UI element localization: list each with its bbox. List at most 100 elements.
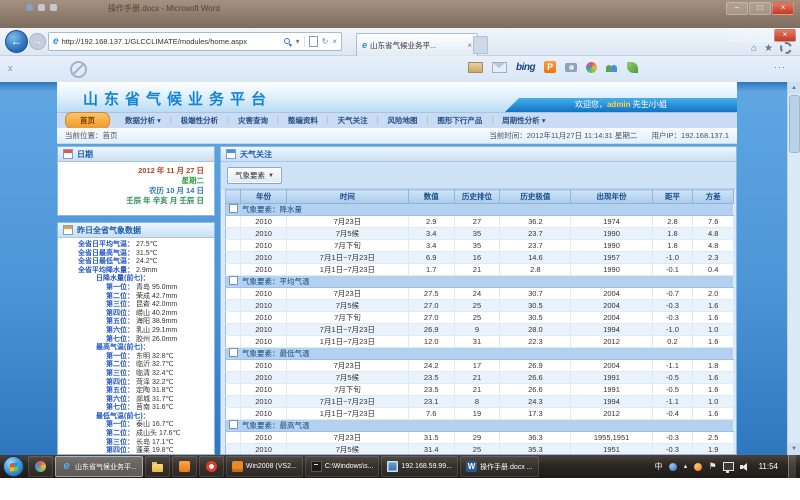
nav-item-4[interactable]: 整编资料	[279, 115, 327, 126]
block-popup-icon[interactable]	[70, 61, 87, 78]
table-group-row[interactable]: 气象要素：最高气温	[226, 420, 734, 432]
scrollbar-thumb[interactable]	[789, 95, 800, 153]
group-checkbox[interactable]	[229, 276, 238, 285]
tray-security-icon[interactable]	[694, 463, 702, 471]
group-checkbox[interactable]	[229, 348, 238, 357]
nav-item-6[interactable]: 风险地图	[379, 115, 427, 126]
column-header[interactable]: 时间	[286, 190, 408, 204]
ie-close-button[interactable]: ×	[774, 29, 796, 42]
nav-item-2[interactable]: 极端性分析	[172, 115, 228, 126]
address-bar[interactable]: e http://192.168.137.1/GLCCLIMATE/module…	[48, 32, 342, 51]
gear-icon[interactable]	[780, 42, 792, 54]
table-row[interactable]: 20107月23日27.52430.72004-0.72.0	[226, 288, 734, 300]
column-header[interactable]: 年份	[241, 190, 287, 204]
nav-item-1[interactable]: 数据分析 ▾	[116, 115, 170, 126]
new-tab-button[interactable]	[473, 36, 488, 54]
table-row[interactable]: 20107月23日2.92736.219742.87.6	[226, 216, 734, 228]
ie-maximize-button[interactable]: □	[751, 29, 773, 42]
table-row[interactable]: 20107月下旬3.43523.719901.84.8	[226, 240, 734, 252]
stop-button[interactable]: ×	[332, 37, 337, 46]
compatibility-view-icon[interactable]	[309, 36, 318, 47]
table-row[interactable]: 20107月1日~7月23日6.91614.61957-1.02.3	[226, 252, 734, 264]
favorites-star-icon[interactable]: ★	[764, 43, 773, 54]
taskbar-button-red-app[interactable]	[199, 456, 224, 477]
column-header[interactable]: 距平	[652, 190, 693, 204]
network-icon[interactable]	[723, 462, 734, 471]
page-scrollbar[interactable]: ▲ ▼	[787, 82, 800, 455]
start-button[interactable]	[3, 456, 24, 477]
column-header[interactable]: 出现年份	[571, 190, 652, 204]
table-row[interactable]: 20107月1日~7月23日23.1824.31994-1.11.0	[226, 396, 734, 408]
palette-icon[interactable]	[586, 62, 597, 73]
group-checkbox[interactable]	[229, 420, 238, 429]
undo-icon[interactable]	[38, 4, 45, 11]
word-maximize-button[interactable]: □	[749, 2, 771, 15]
table-row[interactable]: 20107月5候27.02530.52004-0.31.6	[226, 300, 734, 312]
table-row[interactable]: 20107月下旬23.52126.61991-0.51.6	[226, 384, 734, 396]
word-minimize-button[interactable]: –	[726, 2, 748, 15]
taskbar-button-pinned-app[interactable]	[28, 456, 53, 477]
nav-item-5[interactable]: 天气关注	[329, 115, 377, 126]
taskbar-button-cmd[interactable]: C:\Windows\s...	[305, 456, 380, 477]
tray-app-icon[interactable]	[669, 463, 677, 471]
column-header[interactable]: 历史极值	[500, 190, 571, 204]
browser-tab[interactable]: e 山东省气候业务平... ×	[356, 33, 478, 56]
camera-icon[interactable]	[565, 63, 577, 72]
search-icon[interactable]	[284, 38, 292, 46]
table-row[interactable]: 20107月5候23.52126.61991-0.51.6	[226, 372, 734, 384]
element-selector-button[interactable]: 气象要素 ▼	[227, 167, 282, 184]
table-row[interactable]: 20107月下旬27.02530.52004-0.31.6	[226, 312, 734, 324]
table-row[interactable]: 20107月5候3.43523.719901.84.8	[226, 228, 734, 240]
input-method-indicator[interactable]: 中	[655, 461, 663, 472]
word-close-button[interactable]: ×	[772, 2, 794, 15]
nav-item-7[interactable]: 图形下行产品	[428, 115, 491, 126]
taskbar-button-folder[interactable]	[145, 456, 170, 477]
scroll-up-button[interactable]: ▲	[788, 82, 800, 94]
table-group-row[interactable]: 气象要素：最低气温	[226, 348, 734, 360]
table-row[interactable]: 20107月23日31.52936.31955,1951-0.32.5	[226, 432, 734, 444]
speaker-icon[interactable]	[740, 462, 749, 471]
hidden-icons-arrow[interactable]: ▲	[683, 464, 689, 470]
column-header[interactable]: 数值	[408, 190, 454, 204]
ie-minimize-button[interactable]: –	[728, 29, 750, 42]
save-icon[interactable]	[26, 4, 33, 11]
home-icon[interactable]: ⌂	[751, 43, 757, 54]
nav-item-0[interactable]: 首页	[65, 112, 110, 129]
addon-close-icon[interactable]: x	[8, 63, 13, 73]
taskbar-button-vmware[interactable]: Win2008 (VS2...	[226, 456, 303, 477]
taskbar-button-rdp[interactable]: 192.168.59.99...	[381, 456, 458, 477]
action-center-flag-icon[interactable]: ⚑	[708, 462, 716, 471]
word-titlebar[interactable]: 操作手册.docx - Microsoft Word – □ ×	[0, 0, 800, 28]
taskbar-button-word[interactable]: W操作手册.docx ...	[460, 456, 539, 477]
taskbar-button-ie[interactable]: e山东省气候业务平...	[55, 456, 143, 477]
bing-logo[interactable]: bing	[516, 62, 535, 73]
scroll-down-button[interactable]: ▼	[788, 443, 800, 455]
column-header[interactable]: 方差	[693, 190, 734, 204]
taskbar-button-orange-app[interactable]	[172, 456, 197, 477]
url-text[interactable]: http://192.168.137.1/GLCCLIMATE/modules/…	[62, 37, 282, 46]
back-button[interactable]: ←	[5, 30, 28, 53]
redo-icon[interactable]	[50, 4, 57, 11]
clock[interactable]: 11:54	[755, 462, 782, 471]
table-row[interactable]: 20107月1日~7月23日26.9928.01994-1.01.0	[226, 324, 734, 336]
table-row[interactable]: 20101月1日~7月23日7.61917.32012-0.41.6	[226, 408, 734, 420]
table-row[interactable]: 20107月5候31.42535.31951-0.31.9	[226, 444, 734, 456]
leaf-icon[interactable]	[627, 62, 638, 73]
forward-button[interactable]: →	[29, 33, 46, 50]
refresh-button[interactable]: ↻	[322, 37, 329, 46]
table-group-row[interactable]: 气象要素：降水量	[226, 204, 734, 216]
group-checkbox[interactable]	[229, 204, 238, 213]
nav-item-8[interactable]: 周期性分析 ▾	[493, 115, 554, 126]
p-badge-icon[interactable]: P	[544, 61, 556, 73]
table-group-row[interactable]: 气象要素：平均气温	[226, 276, 734, 288]
nav-item-3[interactable]: 灾害查询	[229, 115, 277, 126]
table-row[interactable]: 20101月1日~7月23日1.7212.81990-0.10.4	[226, 264, 734, 276]
envelope-icon[interactable]	[492, 62, 507, 73]
autocomplete-caret-icon[interactable]: ▾	[296, 37, 300, 46]
column-header[interactable]: 历史排位	[454, 190, 500, 204]
toolbar-more-button[interactable]: ···	[774, 62, 786, 72]
show-desktop-button[interactable]	[788, 455, 796, 478]
table-row[interactable]: 20101月1日~7月23日12.03122.320120.21.6	[226, 336, 734, 348]
table-row[interactable]: 20107月23日24.21726.92004-1.11.8	[226, 360, 734, 372]
people-icon[interactable]	[606, 62, 618, 72]
